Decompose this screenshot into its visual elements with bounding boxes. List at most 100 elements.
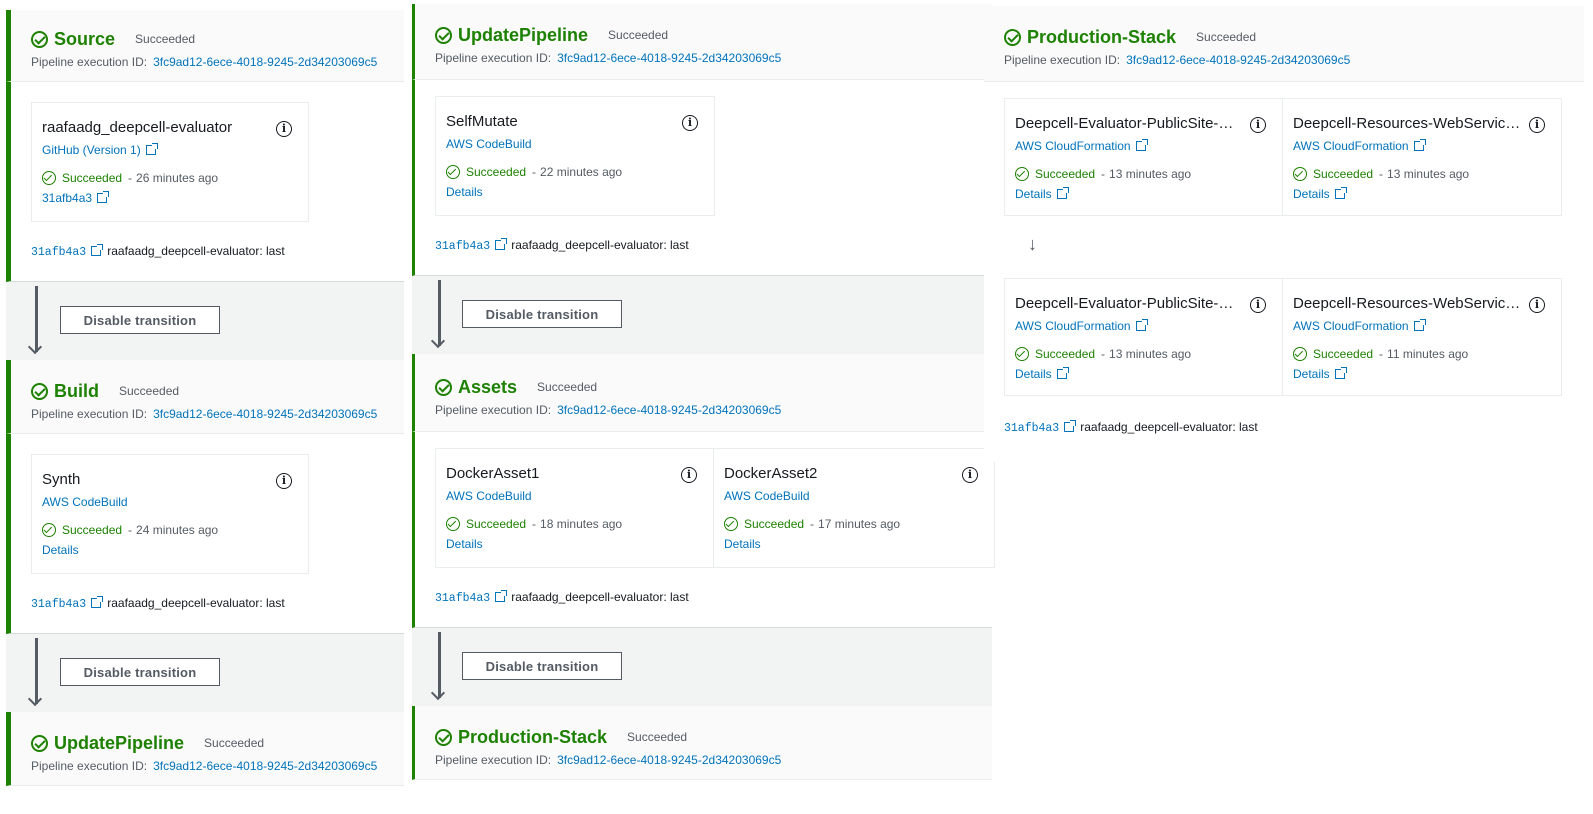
action-provider-link[interactable]: AWS CloudFormation	[1015, 139, 1131, 153]
info-icon[interactable]: i	[276, 473, 292, 489]
external-link-icon	[495, 238, 508, 250]
info-icon[interactable]: i	[962, 467, 978, 483]
action-card-prod-2b: i Deepcell-Resources-WebServic… AWS Clou…	[1282, 278, 1562, 396]
stage-body-build: i Synth AWS CodeBuild Succeeded 24 minut…	[6, 434, 404, 634]
check-circle-icon	[31, 30, 48, 48]
details-link[interactable]: Details	[42, 543, 79, 557]
execution-id-link[interactable]: 3fc9ad12-6ece-4018-9245-2d34203069c5	[153, 55, 377, 69]
stage-transition: Disable transition	[412, 276, 992, 354]
external-link-icon	[1413, 319, 1426, 331]
external-link-icon	[1064, 420, 1077, 432]
execution-id-row: Pipeline execution ID: 3fc9ad12-6ece-4018…	[1004, 53, 1351, 67]
revision-summary: 31afb4a3 raafaadg_deepcell-evaluator: las…	[435, 590, 689, 605]
action-name[interactable]: Deepcell-Resources-WebServic…	[1293, 115, 1521, 133]
disable-transition-button[interactable]: Disable transition	[60, 658, 220, 686]
action-provider-link[interactable]: AWS CloudFormation	[1293, 319, 1409, 333]
info-icon[interactable]: i	[1529, 117, 1545, 133]
action-name[interactable]: DockerAsset1	[446, 465, 673, 483]
details-link[interactable]: Details	[724, 537, 761, 551]
details-link[interactable]: Details	[446, 537, 483, 551]
action-status: Succeeded 22 minutes ago	[446, 165, 704, 179]
action-card-source: i raafaadg_deepcell-evaluator GitHub (Ve…	[31, 102, 309, 222]
check-circle-icon	[1293, 347, 1307, 361]
action-status: Succeeded 18 minutes ago	[446, 517, 703, 531]
details-link[interactable]: Details	[1015, 367, 1052, 381]
action-card-self-mutate: i SelfMutate AWS CodeBuild Succeeded 22 …	[435, 96, 715, 216]
check-circle-icon	[435, 378, 452, 396]
action-provider-link[interactable]: AWS CodeBuild	[446, 137, 532, 151]
execution-id-link[interactable]: 3fc9ad12-6ece-4018-9245-2d34203069c5	[153, 407, 377, 421]
action-status: Succeeded 17 minutes ago	[724, 517, 984, 531]
details-link[interactable]: Details	[1293, 367, 1330, 381]
execution-id-row: Pipeline execution ID: 3fc9ad12-6ece-4018…	[435, 753, 782, 767]
stage-status: Succeeded	[204, 736, 265, 750]
action-provider-link[interactable]: AWS CloudFormation	[1293, 139, 1409, 153]
execution-id-link[interactable]: 3fc9ad12-6ece-4018-9245-2d34203069c5	[557, 403, 781, 417]
info-icon[interactable]: i	[1250, 297, 1266, 313]
commit-link[interactable]: 31afb4a3	[42, 191, 92, 205]
stage-header-build: Build Succeeded Pipeline execution ID: 3f…	[6, 360, 404, 434]
execution-id-link[interactable]: 3fc9ad12-6ece-4018-9245-2d34203069c5	[153, 759, 377, 773]
pipeline-column-1: Source Succeeded Pipeline execution ID: 3…	[6, 0, 404, 814]
stage-header-production-stack: Production-Stack Succeeded Pipeline exec…	[412, 706, 992, 780]
arrow-down-icon	[430, 632, 446, 702]
external-link-icon	[1413, 139, 1426, 151]
stage-status: Succeeded	[135, 32, 196, 46]
execution-id-row: Pipeline execution ID: 3fc9ad12-6ece-4018…	[31, 759, 378, 773]
info-icon[interactable]: i	[682, 115, 698, 131]
info-icon[interactable]: i	[681, 467, 697, 483]
details-link[interactable]: Details	[1015, 187, 1052, 201]
revision-commit-link[interactable]: 31afb4a3	[435, 592, 490, 605]
execution-id-link[interactable]: 3fc9ad12-6ece-4018-9245-2d34203069c5	[1126, 53, 1350, 67]
stage-title: Assets	[458, 376, 518, 397]
check-circle-icon	[42, 523, 56, 537]
check-circle-icon	[446, 517, 460, 531]
check-circle-icon	[724, 517, 738, 531]
disable-transition-button[interactable]: Disable transition	[462, 652, 622, 680]
action-name[interactable]: Deepcell-Evaluator-PublicSite-…	[1015, 295, 1242, 313]
action-card-prod-2a: i Deepcell-Evaluator-PublicSite-… AWS Cl…	[1004, 278, 1283, 396]
action-name[interactable]: Deepcell-Evaluator-PublicSite-…	[1015, 115, 1242, 133]
external-link-icon	[1334, 187, 1347, 199]
action-card-docker-asset1: i DockerAsset1 AWS CodeBuild Succeeded 1…	[435, 448, 714, 568]
action-provider-link[interactable]: AWS CodeBuild	[446, 489, 532, 503]
stage-body-assets: i DockerAsset1 AWS CodeBuild Succeeded 1…	[412, 432, 995, 628]
action-name[interactable]: Synth	[42, 471, 268, 489]
action-name[interactable]: raafaadg_deepcell-evaluator	[42, 119, 268, 137]
action-provider-link[interactable]: GitHub (Version 1)	[42, 143, 141, 157]
stage-title: Source	[54, 28, 116, 49]
action-status: Succeeded 11 minutes ago	[1293, 347, 1551, 361]
action-provider-link[interactable]: AWS CodeBuild	[724, 489, 810, 503]
external-link-icon	[1056, 367, 1069, 379]
pipeline-column-3: Production-Stack Succeeded Pipeline exec…	[984, 0, 1584, 814]
disable-transition-button[interactable]: Disable transition	[60, 306, 220, 334]
action-name[interactable]: Deepcell-Resources-WebServic…	[1293, 295, 1521, 313]
info-icon[interactable]: i	[1529, 297, 1545, 313]
details-link[interactable]: Details	[1293, 187, 1330, 201]
info-icon[interactable]: i	[276, 121, 292, 137]
action-card-docker-asset2: i DockerAsset2 AWS CodeBuild Succeeded 1…	[713, 448, 995, 568]
revision-commit-link[interactable]: 31afb4a3	[31, 598, 86, 611]
info-icon[interactable]: i	[1250, 117, 1266, 133]
stage-body-update-pipeline: i SelfMutate AWS CodeBuild Succeeded 22 …	[412, 80, 992, 276]
stage-transition: Disable transition	[412, 628, 992, 706]
arrow-down-icon	[27, 638, 43, 708]
check-circle-icon	[31, 382, 48, 400]
revision-commit-link[interactable]: 31afb4a3	[1004, 422, 1059, 435]
stage-status: Succeeded	[608, 28, 669, 42]
details-link[interactable]: Details	[446, 185, 483, 199]
execution-id-link[interactable]: 3fc9ad12-6ece-4018-9245-2d34203069c5	[557, 753, 781, 767]
action-name[interactable]: DockerAsset2	[724, 465, 954, 483]
action-card-prod-1b: i Deepcell-Resources-WebServic… AWS Clou…	[1282, 98, 1562, 216]
disable-transition-button[interactable]: Disable transition	[462, 300, 622, 328]
action-name[interactable]: SelfMutate	[446, 113, 674, 131]
check-circle-icon	[42, 171, 56, 185]
action-provider-link[interactable]: AWS CodeBuild	[42, 495, 128, 509]
arrow-down-icon	[27, 286, 43, 356]
revision-summary: 31afb4a3 raafaadg_deepcell-evaluator: las…	[435, 238, 689, 253]
external-link-icon	[495, 590, 508, 602]
execution-id-link[interactable]: 3fc9ad12-6ece-4018-9245-2d34203069c5	[557, 51, 781, 65]
revision-commit-link[interactable]: 31afb4a3	[31, 246, 86, 259]
action-provider-link[interactable]: AWS CloudFormation	[1015, 319, 1131, 333]
revision-commit-link[interactable]: 31afb4a3	[435, 240, 490, 253]
